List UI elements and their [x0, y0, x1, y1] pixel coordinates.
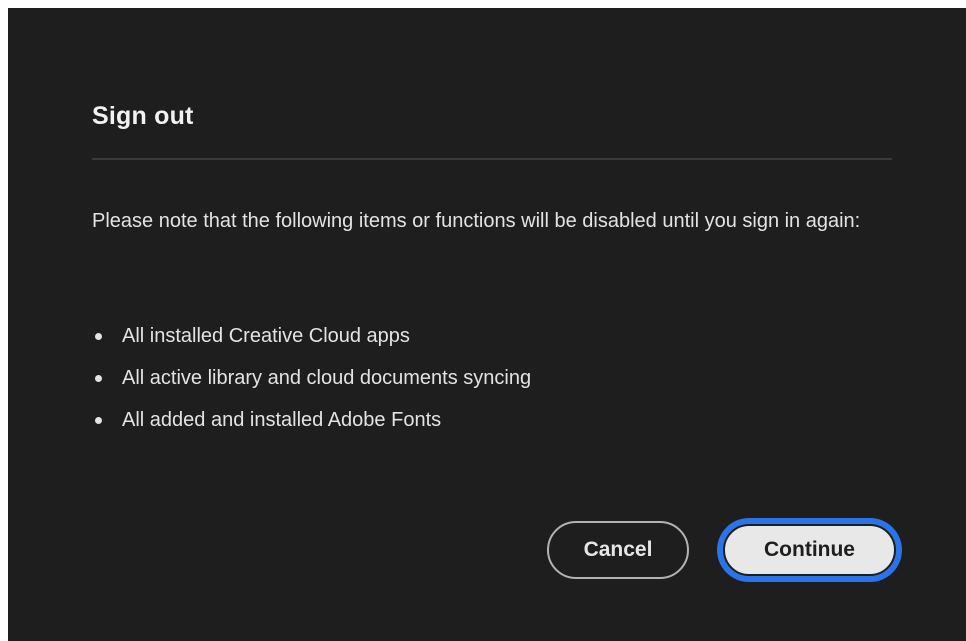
list-item-label: All installed Creative Cloud apps — [122, 324, 410, 347]
continue-button-label: Continue — [723, 524, 896, 576]
cancel-button[interactable]: Cancel — [547, 521, 689, 579]
list-item: All active library and cloud documents s… — [92, 357, 531, 399]
dialog-title: Sign out — [92, 102, 194, 130]
dialog-message: Please note that the following items or … — [92, 210, 861, 232]
bullet-icon — [95, 332, 102, 340]
sign-out-dialog: Sign out Please note that the following … — [8, 8, 966, 641]
list-item-label: All active library and cloud documents s… — [122, 366, 532, 389]
disabled-items-list: All installed Creative Cloud apps All ac… — [92, 315, 531, 441]
list-item-label: All added and installed Adobe Fonts — [122, 408, 442, 431]
list-item: All added and installed Adobe Fonts — [92, 399, 531, 441]
list-item: All installed Creative Cloud apps — [92, 315, 531, 357]
bullet-icon — [95, 374, 102, 382]
bullet-icon — [95, 416, 102, 424]
title-divider — [92, 158, 892, 160]
continue-button[interactable]: Continue — [717, 518, 902, 582]
